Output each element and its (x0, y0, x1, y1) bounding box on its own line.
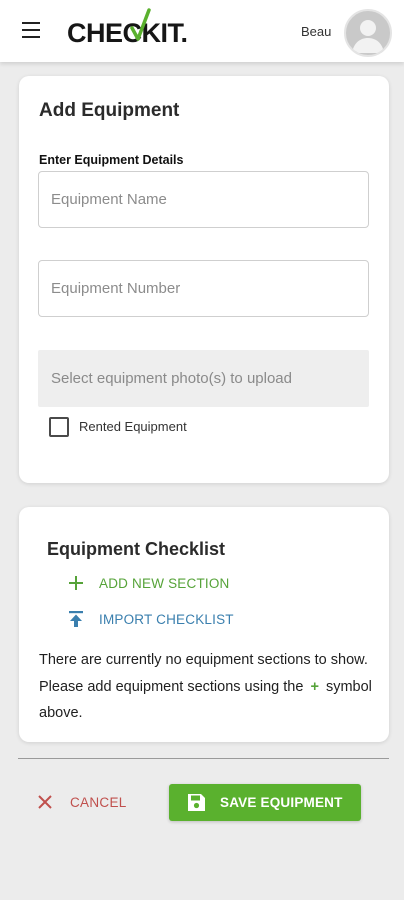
avatar-silhouette-icon (352, 20, 384, 53)
checklist-title: Equipment Checklist (47, 539, 226, 559)
photo-upload-label: Select equipment photo(s) to upload (51, 370, 292, 387)
add-new-section-label: ADD NEW SECTION (99, 575, 230, 591)
equipment-number-input[interactable] (38, 260, 369, 317)
logo-text: CHECKIT. (67, 18, 188, 48)
import-checklist-button[interactable]: IMPORT CHECKLIST (67, 608, 234, 630)
cancel-button[interactable]: CANCEL (38, 791, 127, 813)
page-title: Add Equipment (39, 100, 180, 121)
save-equipment-label: SAVE EQUIPMENT (220, 795, 343, 810)
close-icon (38, 795, 52, 809)
empty-sections-message: There are currently no equipment section… (39, 647, 373, 727)
equipment-name-input[interactable] (38, 171, 369, 228)
cancel-label: CANCEL (70, 794, 127, 810)
logo-checkmark-icon (130, 8, 151, 41)
equipment-checklist-card: Equipment Checklist ADD NEW SECTION IMPO… (19, 507, 389, 742)
hamburger-menu-icon[interactable] (22, 22, 40, 38)
username: Beau (301, 24, 332, 39)
import-checklist-label: IMPORT CHECKLIST (99, 611, 234, 627)
upload-icon (69, 611, 83, 627)
user-avatar-icon[interactable] (344, 9, 392, 57)
floppy-disk-icon (188, 794, 205, 811)
inline-plus-symbol: + (310, 678, 319, 695)
add-equipment-card: Add Equipment Enter Equipment Details Se… (19, 76, 389, 483)
save-equipment-button[interactable]: SAVE EQUIPMENT (169, 784, 361, 821)
footer-divider (18, 758, 389, 759)
plus-icon (69, 576, 83, 590)
rented-equipment-label[interactable]: Rented Equipment (79, 419, 187, 434)
photo-upload-button[interactable]: Select equipment photo(s) to upload (38, 350, 369, 407)
rented-equipment-checkbox[interactable] (49, 417, 69, 437)
add-new-section-button[interactable]: ADD NEW SECTION (67, 572, 230, 594)
equipment-details-label: Enter Equipment Details (39, 153, 184, 167)
top-app-bar: CHECKIT. Beau (0, 0, 404, 62)
